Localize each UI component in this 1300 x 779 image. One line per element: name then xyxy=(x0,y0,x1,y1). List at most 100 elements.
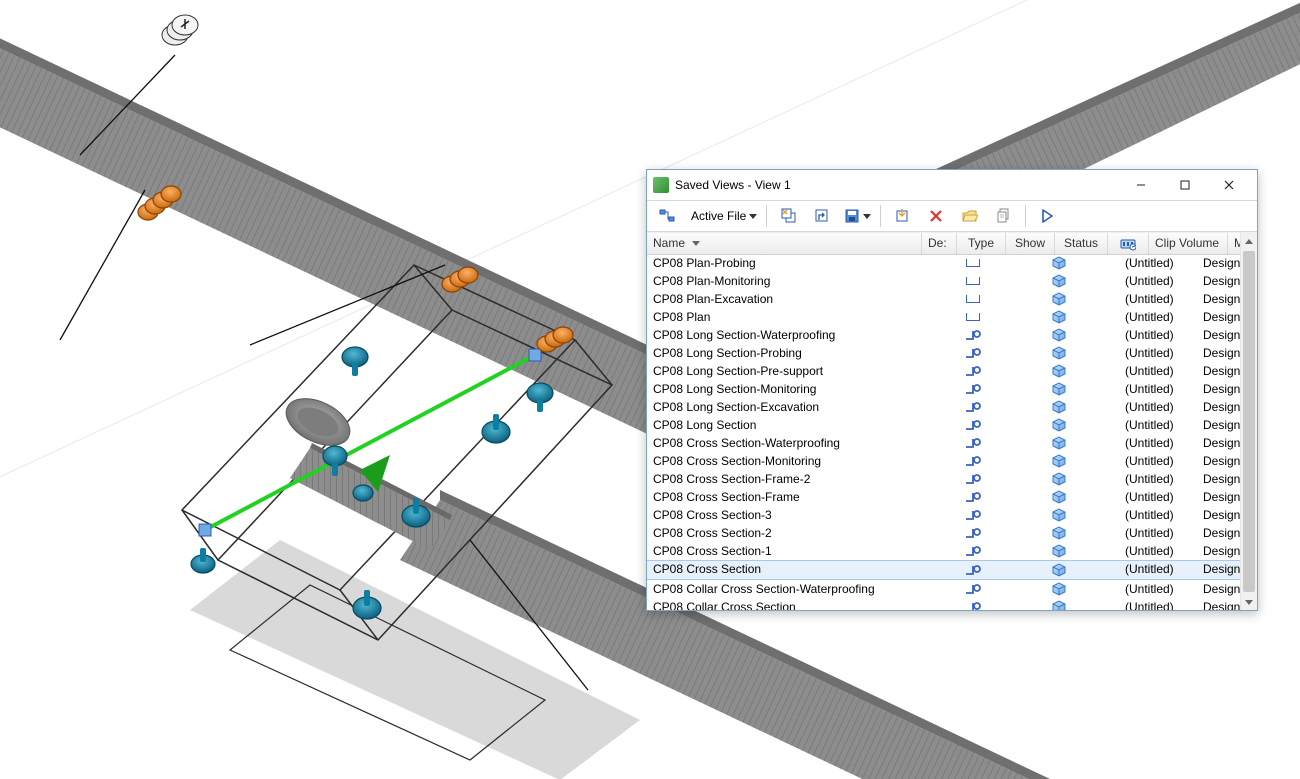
window-title: Saved Views - View 1 xyxy=(675,178,1119,192)
apply-view-button[interactable] xyxy=(840,203,875,229)
table-row[interactable]: CP08 Cross Section-2(Untitled)Design Mod… xyxy=(647,524,1241,542)
table-row[interactable]: CP08 Long Section(Untitled)Design Model xyxy=(647,416,1241,434)
col-show[interactable]: Show xyxy=(1006,233,1055,254)
cell-model: Design Model xyxy=(1197,561,1241,579)
cell-clip: (Untitled) xyxy=(1119,434,1197,452)
cell-clip: (Untitled) xyxy=(1119,326,1197,344)
section-view-icon xyxy=(965,491,981,503)
titlebar[interactable]: Saved Views - View 1 xyxy=(647,170,1257,201)
section-view-icon xyxy=(965,509,981,521)
col-type[interactable]: Type xyxy=(957,233,1006,254)
app-icon xyxy=(653,177,669,193)
cell-name: CP08 Cross Section-Frame-2 xyxy=(647,470,921,488)
table-row[interactable]: CP08 Long Section-Excavation(Untitled)De… xyxy=(647,398,1241,416)
col-status[interactable]: Status xyxy=(1055,233,1108,254)
cell-model: Design Model xyxy=(1197,326,1241,344)
scroll-up-button[interactable] xyxy=(1241,233,1257,249)
table-row[interactable]: CP08 Plan-Excavation(Untitled)Design Mod… xyxy=(647,290,1241,308)
box-3d-icon xyxy=(1051,472,1067,486)
toolbar: Active File xyxy=(647,201,1257,232)
section-view-icon xyxy=(965,564,981,576)
cell-name: CP08 Cross Section-Monitoring xyxy=(647,452,921,470)
minimize-button[interactable] xyxy=(1119,171,1163,199)
cell-name: CP08 Cross Section-3 xyxy=(647,506,921,524)
table-row[interactable]: CP08 Plan(Untitled)Design Model xyxy=(647,308,1241,326)
saved-views-grid[interactable]: Name De: Type Show Status Clip Volume Mo… xyxy=(647,232,1257,610)
box-3d-icon xyxy=(1051,382,1067,396)
col-animation[interactable] xyxy=(1108,233,1149,254)
create-view-button[interactable] xyxy=(772,203,804,229)
play-button[interactable] xyxy=(1031,203,1063,229)
import-view-button[interactable] xyxy=(886,203,918,229)
update-view-button[interactable] xyxy=(806,203,838,229)
section-view-icon xyxy=(965,473,981,485)
cell-model: Design Model xyxy=(1197,272,1241,290)
cell-name: CP08 Cross Section-1 xyxy=(647,542,921,560)
cell-clip: (Untitled) xyxy=(1119,524,1197,542)
cell-clip: (Untitled) xyxy=(1119,272,1197,290)
caret-down-icon xyxy=(749,214,757,219)
cell-clip: (Untitled) xyxy=(1119,506,1197,524)
table-row[interactable]: CP08 Long Section-Monitoring(Untitled)De… xyxy=(647,380,1241,398)
cell-clip: (Untitled) xyxy=(1119,362,1197,380)
cell-name: CP08 Cross Section xyxy=(647,561,921,579)
cell-model: Design Model xyxy=(1197,598,1241,610)
table-row[interactable]: CP08 Long Section-Pre-support(Untitled)D… xyxy=(647,362,1241,380)
box-3d-icon xyxy=(1051,292,1067,306)
close-button[interactable] xyxy=(1207,171,1251,199)
box-3d-icon xyxy=(1051,256,1067,270)
cell-model: Design Model xyxy=(1197,380,1241,398)
table-row[interactable]: CP08 Cross Section-Monitoring(Untitled)D… xyxy=(647,452,1241,470)
cell-clip: (Untitled) xyxy=(1119,308,1197,326)
active-file-dropdown[interactable]: Active File xyxy=(685,203,761,229)
col-name[interactable]: Name xyxy=(647,233,922,254)
maximize-button[interactable] xyxy=(1163,171,1207,199)
caret-down-icon xyxy=(863,214,871,219)
scroll-down-button[interactable] xyxy=(1241,594,1257,610)
scrollbar-thumb[interactable] xyxy=(1243,251,1255,592)
delete-view-button[interactable] xyxy=(920,203,952,229)
table-row[interactable]: CP08 Cross Section (Untitled)Design Model xyxy=(647,560,1241,580)
table-row[interactable]: CP08 Collar Cross Section-Waterproofing(… xyxy=(647,580,1241,598)
cell-clip: (Untitled) xyxy=(1119,561,1197,579)
saved-views-window[interactable]: Saved Views - View 1 Active File xyxy=(646,169,1258,611)
table-row[interactable]: CP08 Cross Section-1(Untitled)Design Mod… xyxy=(647,542,1241,560)
table-row[interactable]: CP08 Cross Section-Frame(Untitled)Design… xyxy=(647,488,1241,506)
section-view-icon xyxy=(965,545,981,557)
table-row[interactable]: CP08 Cross Section-3(Untitled)Design Mod… xyxy=(647,506,1241,524)
box-3d-icon xyxy=(1051,328,1067,342)
table-row[interactable]: CP08 Plan-Probing(Untitled)Design Model xyxy=(647,254,1241,272)
cell-clip: (Untitled) xyxy=(1119,598,1197,610)
box-3d-icon xyxy=(1051,526,1067,540)
table-row[interactable]: CP08 Long Section-Waterproofing(Untitled… xyxy=(647,326,1241,344)
cell-name: CP08 Long Section-Monitoring xyxy=(647,380,921,398)
cell-name: CP08 Cross Section-2 xyxy=(647,524,921,542)
cell-clip: (Untitled) xyxy=(1119,488,1197,506)
box-3d-icon xyxy=(1051,454,1067,468)
cell-clip: (Untitled) xyxy=(1119,542,1197,560)
table-row[interactable]: CP08 Plan-Monitoring(Untitled)Design Mod… xyxy=(647,272,1241,290)
cell-clip: (Untitled) xyxy=(1119,344,1197,362)
box-3d-icon xyxy=(1051,346,1067,360)
box-3d-icon xyxy=(1051,490,1067,504)
view-hierarchy-button[interactable] xyxy=(651,203,683,229)
open-folder-button[interactable] xyxy=(954,203,986,229)
table-row[interactable]: CP08 Collar Cross Section (Untitled)Desig… xyxy=(647,598,1241,610)
table-row[interactable]: CP08 Cross Section-Waterproofing(Untitle… xyxy=(647,434,1241,452)
box-3d-icon xyxy=(1051,508,1067,522)
plan-view-icon xyxy=(966,295,980,303)
grid-header[interactable]: Name De: Type Show Status Clip Volume Mo… xyxy=(647,233,1241,255)
table-row[interactable]: CP08 Long Section-Probing(Untitled)Desig… xyxy=(647,344,1241,362)
col-clip-volume[interactable]: Clip Volume xyxy=(1149,233,1228,254)
table-row[interactable]: CP08 Cross Section-Frame-2(Untitled)Desi… xyxy=(647,470,1241,488)
grid-body[interactable]: CP08 Plan-Probing(Untitled)Design ModelC… xyxy=(647,254,1241,610)
box-3d-icon xyxy=(1051,400,1067,414)
cell-model: Design Model xyxy=(1197,452,1241,470)
section-view-icon xyxy=(965,527,981,539)
vertical-scrollbar[interactable] xyxy=(1240,233,1257,610)
plan-view-icon xyxy=(966,277,980,285)
col-description[interactable]: De: xyxy=(922,233,957,254)
cell-name: CP08 Collar Cross Section xyxy=(647,598,921,610)
copy-view-button[interactable] xyxy=(988,203,1020,229)
box-3d-icon xyxy=(1051,436,1067,450)
